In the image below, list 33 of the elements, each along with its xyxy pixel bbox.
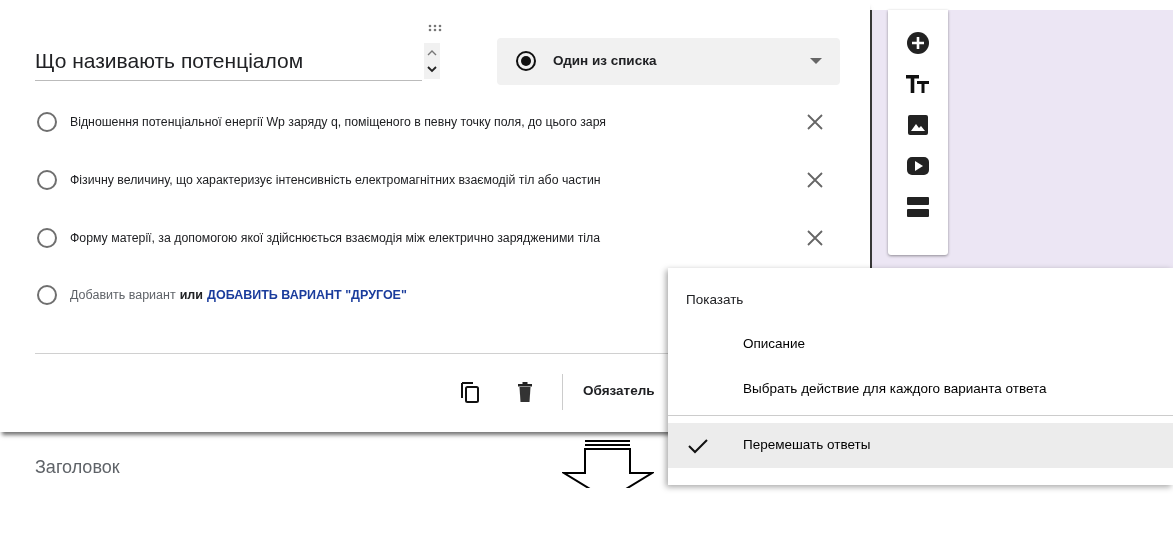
menu-header: Показать <box>685 291 745 309</box>
question-title-field[interactable]: Що називають потенціалом <box>35 41 422 81</box>
option-text[interactable]: Форму матерії, за допомогою якої здійснюється взаємодія між електрично зарядженими тіла <box>70 228 737 248</box>
option-text[interactable]: Фізичну величину, що характеризує інтенсивність електромагнітних взаємодій тіл або частин <box>70 170 737 190</box>
down-arrow-icon <box>562 440 654 488</box>
question-type-dropdown[interactable]: Один из списка <box>497 37 840 85</box>
drag-handle-icon[interactable] <box>428 24 442 32</box>
section-icon[interactable] <box>907 196 929 218</box>
add-other-link[interactable]: ДОБАВИТЬ ВАРИАНТ "ДРУГОЕ" <box>207 285 407 305</box>
radio-button[interactable] <box>37 285 57 305</box>
radio-button[interactable] <box>37 112 57 132</box>
delete-button[interactable] <box>518 381 532 402</box>
section-title: Заголовок <box>35 457 120 477</box>
menu-item[interactable]: Перемешать ответы <box>668 423 1173 468</box>
video-icon[interactable] <box>906 156 930 176</box>
radio-selected-icon <box>515 50 537 72</box>
or-label: или <box>179 286 203 304</box>
menu-item[interactable]: Описание <box>668 322 1173 367</box>
menu-item[interactable]: Выбрать действие для каждого варианта ответа <box>668 367 1173 412</box>
dropdown-arrow-icon <box>810 58 822 64</box>
radio-button[interactable] <box>37 228 57 248</box>
duplicate-button[interactable] <box>460 380 480 403</box>
check-icon <box>688 437 708 454</box>
radio-button[interactable] <box>37 170 57 190</box>
remove-option-button[interactable] <box>807 230 823 246</box>
required-label: Обязатель <box>583 382 655 401</box>
remove-option-button[interactable] <box>807 172 823 188</box>
remove-option-button[interactable] <box>807 114 823 130</box>
option-text[interactable]: Відношення потенціальної енергії Wp заряду q, поміщеного в певну точку поля, до цього заря <box>70 112 737 132</box>
add-icon[interactable] <box>907 32 929 54</box>
title-icon[interactable] <box>906 74 930 94</box>
image-icon[interactable] <box>907 114 929 136</box>
add-option-link[interactable]: Добавить вариант <box>70 285 176 305</box>
